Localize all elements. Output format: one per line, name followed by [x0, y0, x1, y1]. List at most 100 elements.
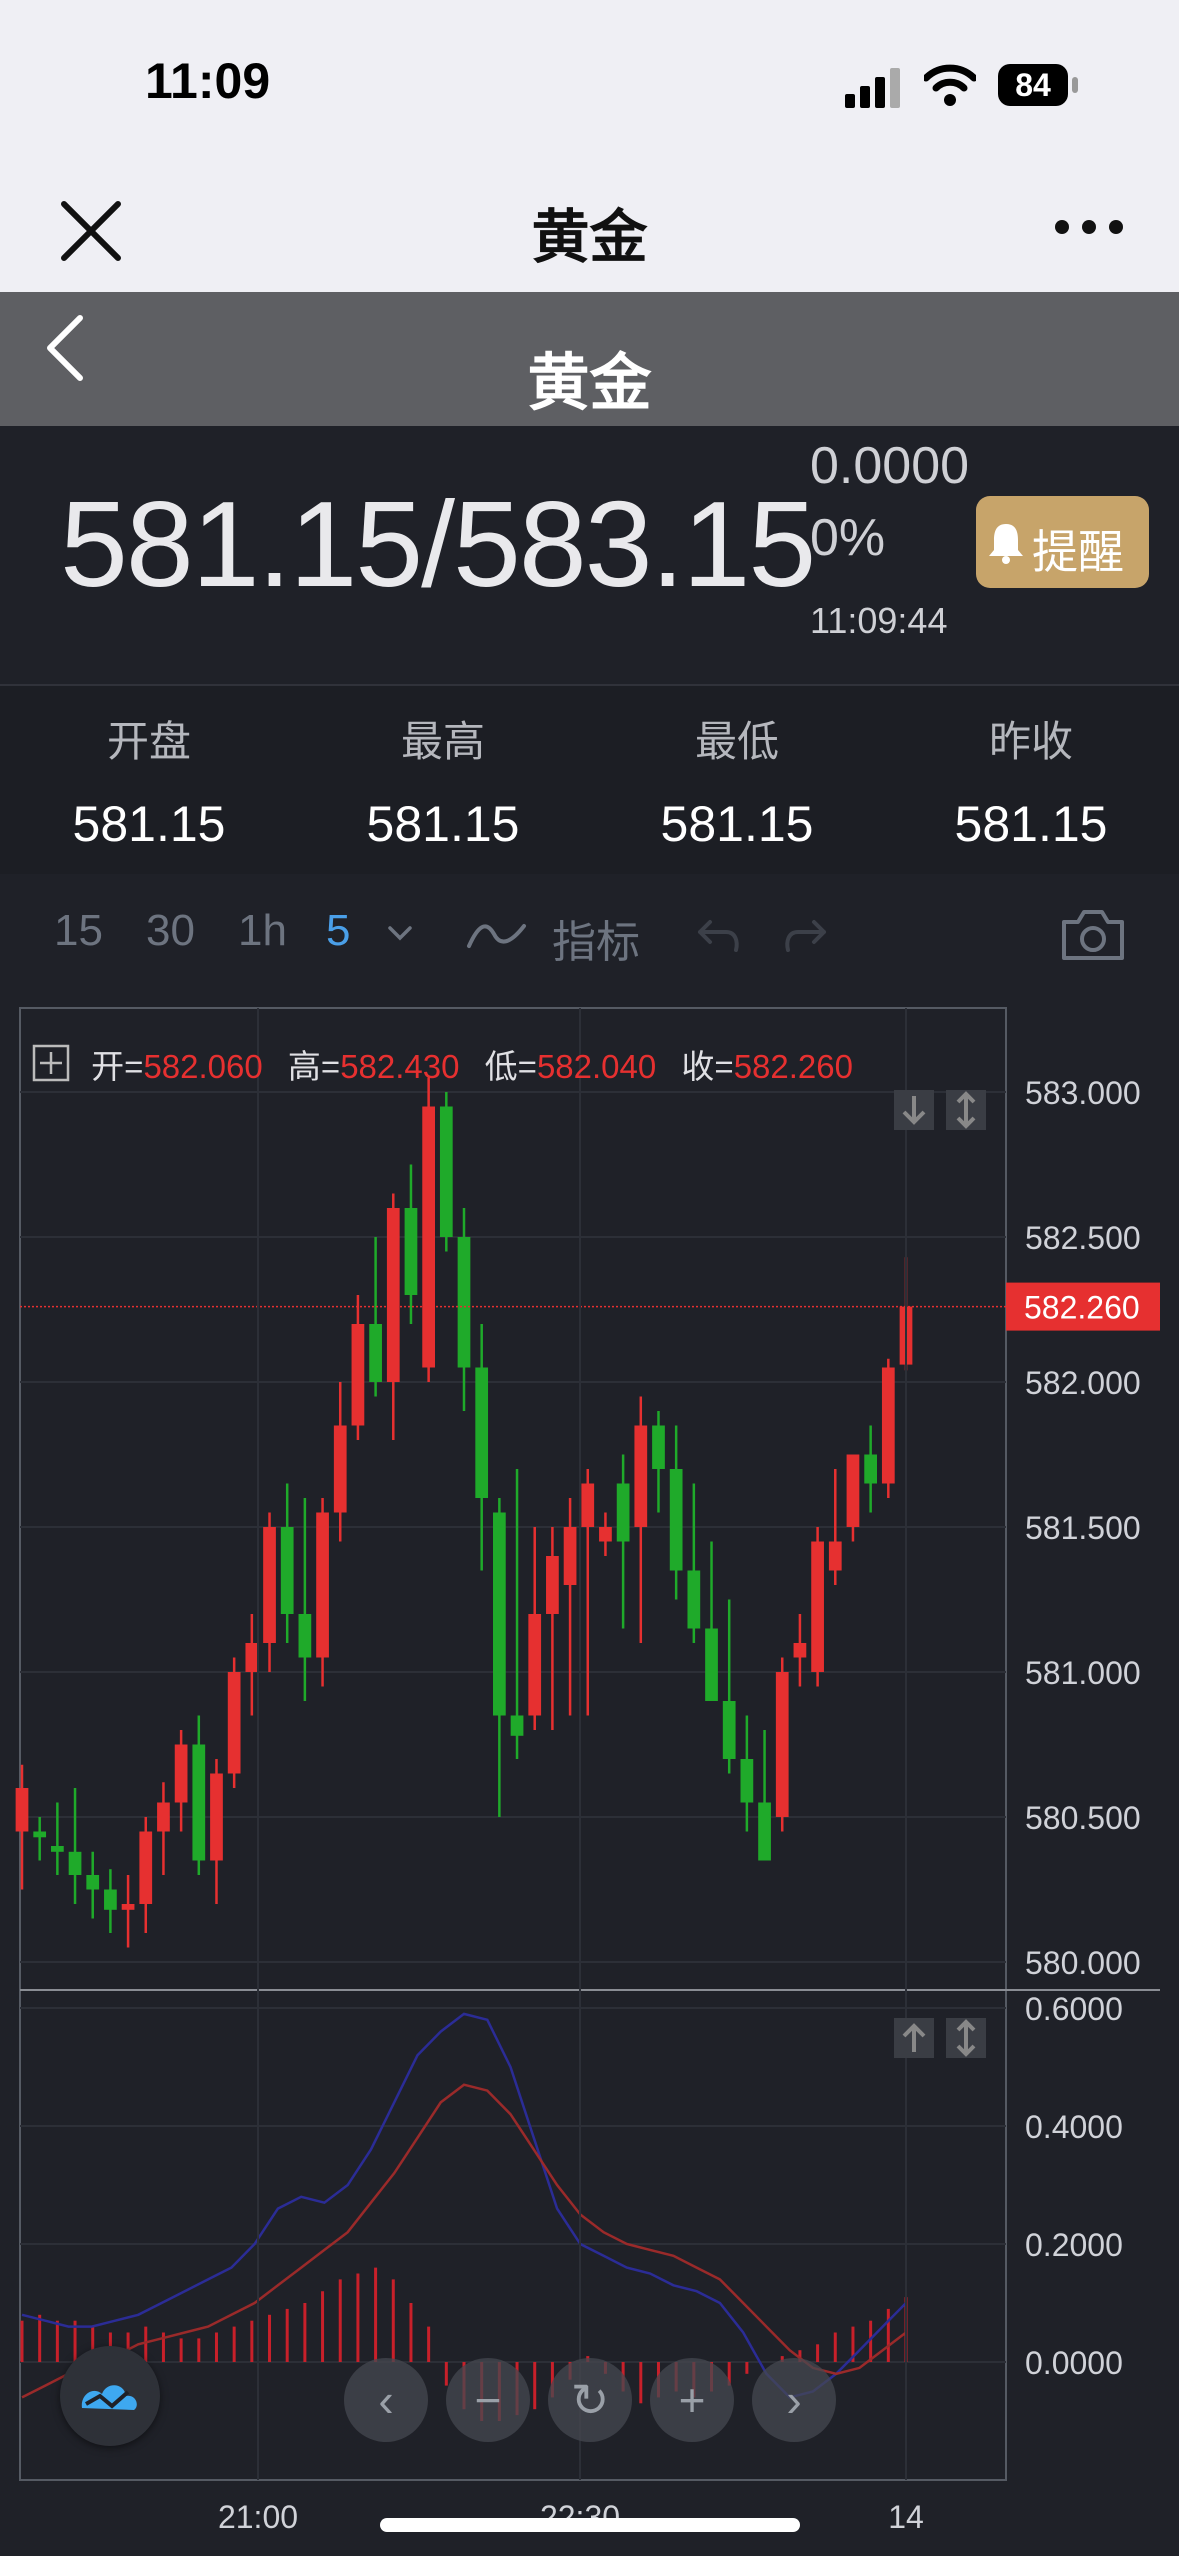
- candle-body: [475, 1367, 489, 1498]
- chevron-left-icon: ‹: [378, 2374, 394, 2426]
- scale-expand-button[interactable]: [946, 1090, 986, 1130]
- stat-low: 最低 581.15: [590, 686, 884, 853]
- stat-open: 开盘 581.15: [2, 686, 296, 853]
- price-tick-label: 580.500: [1025, 1800, 1141, 1836]
- price-tick-label: 581.000: [1025, 1655, 1141, 1691]
- candle-body: [634, 1425, 648, 1527]
- indicator-scale-expand-button[interactable]: [946, 2018, 986, 2058]
- candle-body: [439, 1106, 453, 1237]
- candle-body: [192, 1744, 206, 1861]
- candle-body: [121, 1904, 135, 1910]
- stat-label: 开盘: [106, 718, 191, 765]
- candle-body: [404, 1208, 418, 1295]
- chevron-down-icon[interactable]: [386, 924, 414, 944]
- candlestick-chart[interactable]: 583.000 582.500 582.000 581.500 581.000 580.5…: [0, 998, 1179, 2556]
- candle-body: [316, 1512, 329, 1658]
- candle-body: [492, 1512, 506, 1716]
- price-change-pct: 0%: [810, 509, 886, 567]
- candle-body: [157, 1802, 170, 1832]
- redo-icon[interactable]: [782, 916, 828, 956]
- candle-body: [245, 1643, 259, 1672]
- zoom-out-button[interactable]: −: [446, 2358, 530, 2442]
- status-time: 11:09: [145, 53, 271, 109]
- tradingview-logo-button[interactable]: [60, 2346, 160, 2446]
- interval-5-active[interactable]: 5: [326, 906, 350, 956]
- interval-1h[interactable]: 1h: [238, 906, 287, 956]
- candle-body: [104, 1889, 117, 1910]
- scale-down-button[interactable]: [894, 1090, 934, 1130]
- candle-body: [881, 1367, 895, 1484]
- quote-time: 11:09:44: [810, 600, 948, 641]
- high-label: 高=: [287, 1048, 341, 1085]
- chevron-right-icon: ›: [786, 2374, 802, 2426]
- candle-body: [722, 1701, 736, 1759]
- battery-level: 84: [1015, 67, 1051, 103]
- candle-body: [210, 1773, 223, 1861]
- time-tick-label: 14: [888, 2499, 924, 2535]
- candle-body: [510, 1715, 524, 1736]
- price-tick-label: 583.000: [1025, 1075, 1141, 1111]
- wifi-icon: [924, 64, 976, 106]
- candle-body: [351, 1324, 365, 1426]
- expand-vertical-icon: [956, 2019, 976, 2057]
- zoom-in-button[interactable]: +: [650, 2358, 734, 2442]
- stat-value: 581.15: [660, 796, 814, 852]
- candle-body: [50, 1846, 64, 1852]
- price-bid-ask: 581.15/583.15: [60, 476, 816, 612]
- candle-body: [422, 1106, 436, 1368]
- indicator-scale-up-button[interactable]: [894, 2018, 934, 2058]
- candle-body: [599, 1527, 612, 1542]
- expand-vertical-icon: [956, 1091, 976, 1129]
- candle-body: [280, 1527, 294, 1614]
- candle-body: [33, 1831, 47, 1838]
- undo-icon[interactable]: [696, 916, 742, 956]
- stat-value: 581.15: [366, 796, 520, 852]
- alert-label: 提醒: [1032, 526, 1124, 578]
- price-tick-label: 582.000: [1025, 1365, 1141, 1401]
- stat-prev-close: 昨收 581.15: [884, 686, 1178, 853]
- candle-body: [174, 1744, 188, 1803]
- more-button[interactable]: [1054, 212, 1124, 242]
- chart-toolbar: 15 30 1h 5 指标: [0, 874, 1179, 998]
- candle-body: [758, 1802, 771, 1861]
- candle-body: [581, 1483, 595, 1527]
- stat-label: 最低: [694, 718, 779, 765]
- minus-icon: −: [474, 2374, 502, 2426]
- indicator-label[interactable]: 指标: [552, 906, 640, 970]
- reset-button[interactable]: ↻: [548, 2358, 632, 2442]
- scroll-right-button[interactable]: ›: [752, 2358, 836, 2442]
- low-label: 低=: [484, 1048, 537, 1085]
- indicator-icon[interactable]: [466, 916, 528, 952]
- candle-body: [775, 1672, 789, 1817]
- quote-panel: 581.15/583.15 0.0000 0% 11:09:44 提醒: [0, 426, 1179, 684]
- candle-body: [386, 1208, 400, 1382]
- open-label: 开=: [91, 1048, 144, 1085]
- interval-30[interactable]: 30: [146, 906, 195, 956]
- last-price-label: 582.260: [1024, 1290, 1140, 1326]
- indicator-tick-label: 0.6000: [1025, 1991, 1123, 2027]
- chart-area[interactable]: 583.000 582.500 582.000 581.500 581.000 580.5…: [0, 998, 1179, 2556]
- stat-high: 最高 581.15: [296, 686, 590, 853]
- close-label: 收=: [681, 1048, 734, 1085]
- low-value: 582.040: [536, 1048, 657, 1085]
- candle-body: [86, 1875, 100, 1890]
- price-tick-label: 580.000: [1025, 1945, 1141, 1981]
- candle-body: [811, 1541, 824, 1672]
- open-value: 582.060: [143, 1048, 263, 1085]
- interval-15[interactable]: 15: [54, 906, 103, 956]
- battery-tip: [1072, 77, 1078, 93]
- candle-body: [298, 1614, 312, 1658]
- candle-body: [828, 1541, 842, 1571]
- alert-button[interactable]: 提醒: [976, 496, 1149, 588]
- candle-body: [263, 1527, 276, 1643]
- candle-body: [652, 1425, 665, 1469]
- plus-icon: +: [678, 2374, 706, 2426]
- candle-body: [705, 1628, 718, 1701]
- crosshair-toggle-icon[interactable]: [32, 1044, 70, 1082]
- candle-body: [563, 1527, 577, 1585]
- scroll-left-button[interactable]: ‹: [344, 2358, 428, 2442]
- camera-icon[interactable]: [1060, 906, 1126, 962]
- stats-panel: 开盘 581.15 最高 581.15 最低 581.15 昨收 581.15: [0, 684, 1179, 878]
- stat-value: 581.15: [72, 796, 226, 852]
- nav-bar: 黄金: [0, 160, 1179, 292]
